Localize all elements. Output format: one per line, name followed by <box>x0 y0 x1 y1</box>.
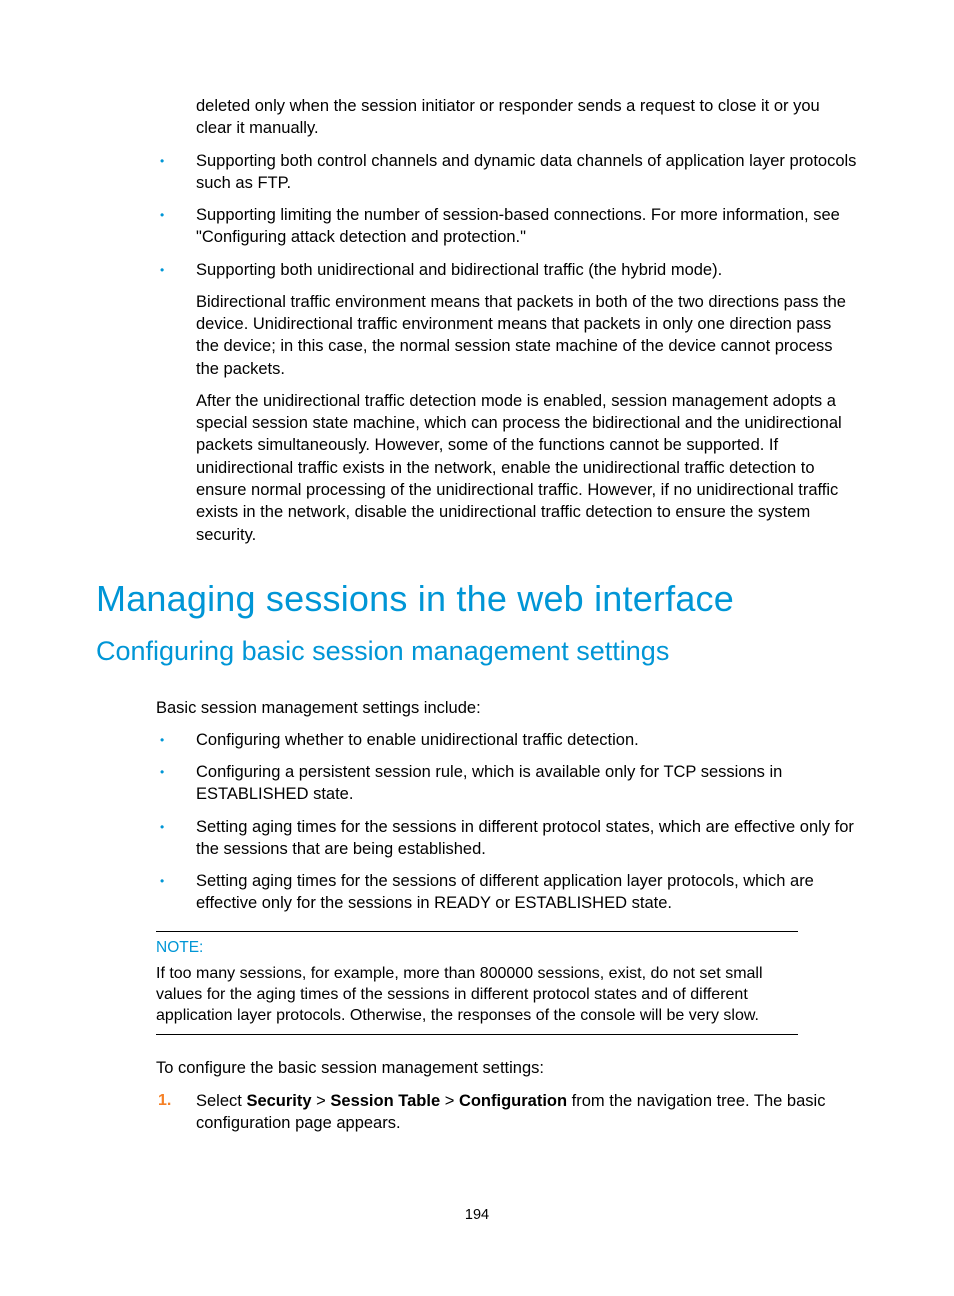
feature-bullet-list: Supporting both control channels and dyn… <box>96 150 858 546</box>
list-item-follow-text: After the unidirectional traffic detecti… <box>196 390 858 546</box>
page-number: 194 <box>0 1206 954 1226</box>
list-item-text: Setting aging times for the sessions of … <box>196 870 858 915</box>
heading-2: Configuring basic session management set… <box>96 635 858 669</box>
nav-step-bold: Session Table <box>330 1092 440 1110</box>
list-item: Configuring a persistent session rule, w… <box>96 761 858 806</box>
list-item-text: Supporting limiting the number of sessio… <box>196 204 858 249</box>
list-item: Supporting limiting the number of sessio… <box>96 204 858 249</box>
list-item-text: Supporting both unidirectional and bidir… <box>196 259 858 281</box>
intro-paragraph: Basic session management settings includ… <box>156 697 858 719</box>
nav-sep: > <box>312 1092 331 1110</box>
nav-step-bold: Security <box>246 1092 311 1110</box>
settings-bullet-list: Configuring whether to enable unidirecti… <box>96 729 858 915</box>
ordered-steps: Select Security > Session Table > Config… <box>96 1090 858 1135</box>
step-text-pre: Select <box>196 1092 246 1110</box>
list-item: Configuring whether to enable unidirecti… <box>96 729 858 751</box>
continuation-paragraph: deleted only when the session initiator … <box>196 95 858 140</box>
nav-step-bold: Configuration <box>459 1092 567 1110</box>
list-item: Supporting both unidirectional and bidir… <box>96 259 858 546</box>
list-item-text: Supporting both control channels and dyn… <box>196 150 858 195</box>
note-body: If too many sessions, for example, more … <box>156 963 798 1027</box>
list-item: Supporting both control channels and dyn… <box>96 150 858 195</box>
list-item-text: Setting aging times for the sessions in … <box>196 816 858 861</box>
note-label: NOTE: <box>156 938 798 959</box>
list-item: Setting aging times for the sessions in … <box>96 816 858 861</box>
step-text-post: from the navigation tree. <box>567 1092 750 1110</box>
list-item: Setting aging times for the sessions of … <box>96 870 858 915</box>
steps-intro: To configure the basic session managemen… <box>156 1057 858 1079</box>
step-item: Select Security > Session Table > Config… <box>96 1090 858 1135</box>
list-item-text: Configuring whether to enable unidirecti… <box>196 729 858 751</box>
heading-1: Managing sessions in the web interface <box>96 576 858 621</box>
step-text: Select Security > Session Table > Config… <box>196 1092 754 1110</box>
list-item-text: Configuring a persistent session rule, w… <box>196 761 858 806</box>
nav-sep: > <box>440 1092 459 1110</box>
note-callout: NOTE: If too many sessions, for example,… <box>156 931 798 1036</box>
document-page: deleted only when the session initiator … <box>0 0 954 1296</box>
list-item-follow-text: Bidirectional traffic environment means … <box>196 291 858 380</box>
